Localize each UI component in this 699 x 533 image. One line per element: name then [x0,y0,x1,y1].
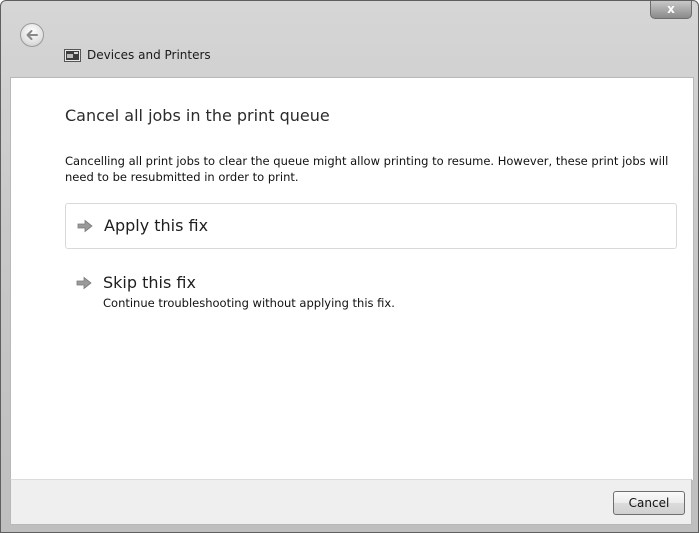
close-button[interactable]: x [650,1,692,19]
skip-fix-option[interactable]: Skip this fix Continue troubleshooting w… [65,264,677,316]
green-arrow-icon [76,276,92,290]
troubleshooter-window: x Devices and Printers Cancel all jobs i… [0,0,699,533]
back-arrow-icon [26,30,38,40]
devices-printers-icon [64,49,81,62]
back-button[interactable] [20,23,44,47]
window-title: Devices and Printers [87,48,211,62]
green-arrow-icon [77,219,93,233]
skip-fix-title: Skip this fix [103,273,196,292]
skip-fix-subtitle: Continue troubleshooting without applyin… [103,296,395,310]
content-pane: Cancel all jobs in the print queue Cance… [10,77,694,480]
page-heading: Cancel all jobs in the print queue [65,106,330,125]
apply-fix-title: Apply this fix [104,216,209,235]
cancel-button[interactable]: Cancel [613,491,685,515]
footer-bar: Cancel [10,479,692,525]
apply-fix-option[interactable]: Apply this fix [65,203,677,249]
page-description: Cancelling all print jobs to clear the q… [65,154,669,184]
